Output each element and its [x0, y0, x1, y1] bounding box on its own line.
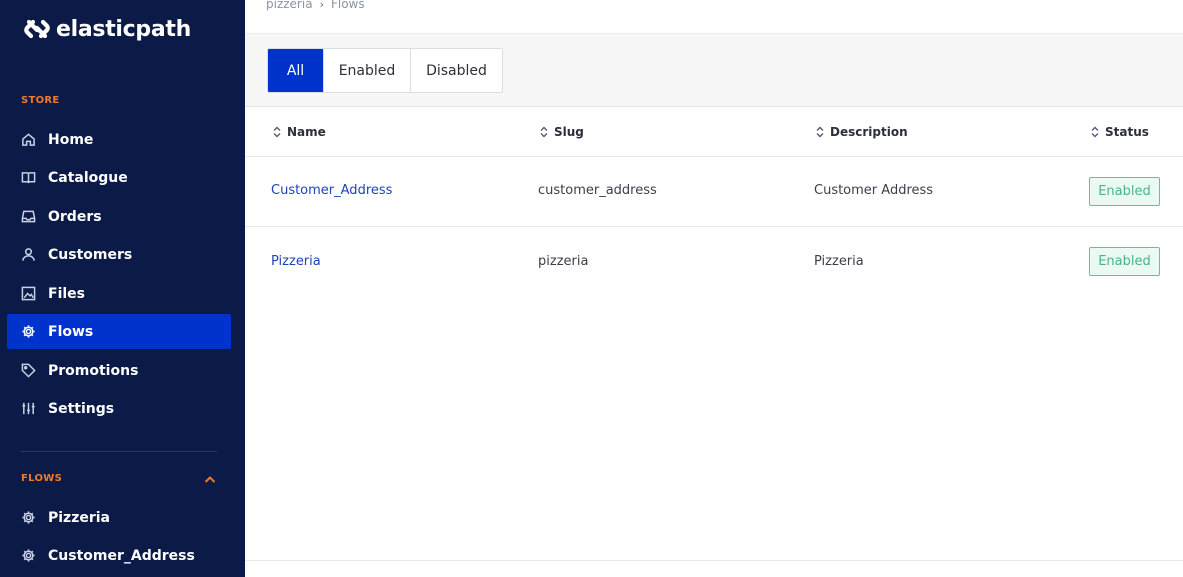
sidebar-item-settings[interactable]: Settings: [7, 391, 231, 426]
sidebar-flow-item-customer-address[interactable]: Customer_Address: [7, 538, 231, 573]
table-footer-divider: [245, 560, 1183, 561]
sidebar-item-label: Orders: [48, 208, 102, 225]
brand-logo[interactable]: elasticpath: [22, 14, 191, 44]
sidebar-item-label: Catalogue: [48, 169, 128, 186]
sidebar-item-promotions[interactable]: Promotions: [7, 353, 231, 388]
column-header-status[interactable]: Status: [1091, 125, 1149, 139]
breadcrumb-current: Flows: [330, 0, 365, 11]
home-icon: [21, 132, 36, 147]
sort-icon: [816, 126, 824, 138]
status-badge: Enabled: [1089, 247, 1160, 276]
column-header-label: Name: [287, 125, 326, 139]
sidebar-divider: [21, 451, 217, 452]
flow-description: Pizzeria: [814, 254, 864, 269]
flow-slug: pizzeria: [538, 254, 589, 269]
breadcrumb: pizzeria › Flows: [266, 0, 365, 11]
sidebar-flow-item-pizzeria[interactable]: Pizzeria: [7, 500, 231, 535]
table-header-divider: [245, 156, 1183, 157]
sidebar-flow-item-label: Pizzeria: [48, 509, 111, 526]
sort-icon: [540, 126, 548, 138]
filter-bar: All Enabled Disabled: [245, 33, 1183, 107]
row-divider: [245, 226, 1183, 227]
store-section-label: STORE: [21, 95, 60, 106]
chevron-up-icon[interactable]: [203, 472, 217, 486]
gear-icon: [21, 548, 36, 563]
sort-icon: [1091, 126, 1099, 138]
flow-name-link[interactable]: Pizzeria: [271, 254, 321, 269]
filter-enabled-button[interactable]: Enabled: [323, 49, 410, 92]
main-content: pizzeria › Flows All Enabled Disabled Na…: [245, 0, 1183, 577]
sliders-icon: [21, 401, 36, 416]
tag-icon: [21, 363, 36, 378]
sidebar-flow-item-label: Customer_Address: [48, 547, 195, 564]
book-icon: [21, 170, 36, 185]
sidebar-item-label: Settings: [48, 400, 115, 417]
filter-all-button[interactable]: All: [268, 49, 323, 92]
sidebar-item-label: Customers: [48, 246, 133, 263]
gear-icon: [21, 510, 36, 525]
sidebar-item-label: Flows: [48, 323, 94, 340]
column-header-label: Status: [1105, 125, 1149, 139]
filter-disabled-button[interactable]: Disabled: [410, 49, 502, 92]
column-header-description[interactable]: Description: [816, 125, 908, 139]
sidebar: elasticpath STORE Home Catalogue Orders …: [0, 0, 245, 577]
sidebar-item-label: Home: [48, 131, 94, 148]
sort-icon: [273, 126, 281, 138]
sidebar-item-label: Files: [48, 285, 85, 302]
breadcrumb-separator: ›: [319, 0, 324, 11]
flow-name-link[interactable]: Customer_Address: [271, 183, 392, 198]
column-header-name[interactable]: Name: [273, 125, 326, 139]
sidebar-item-label: Promotions: [48, 362, 139, 379]
flow-description: Customer Address: [814, 183, 934, 198]
inbox-icon: [21, 209, 36, 224]
sidebar-item-customers[interactable]: Customers: [7, 237, 231, 272]
gear-icon: [21, 324, 36, 339]
flows-section-label: FLOWS: [21, 473, 63, 484]
flow-slug: customer_address: [538, 183, 657, 198]
image-icon: [21, 286, 36, 301]
column-header-slug[interactable]: Slug: [540, 125, 584, 139]
sidebar-item-flows[interactable]: Flows: [7, 314, 231, 349]
column-header-label: Description: [830, 125, 908, 139]
elasticpath-logo-icon: [24, 19, 50, 39]
sidebar-item-home[interactable]: Home: [7, 122, 231, 157]
sidebar-item-catalogue[interactable]: Catalogue: [7, 160, 231, 195]
brand-name: elasticpath: [56, 16, 191, 42]
sidebar-item-files[interactable]: Files: [7, 276, 231, 311]
sidebar-item-orders[interactable]: Orders: [7, 199, 231, 234]
column-header-label: Slug: [554, 125, 584, 139]
status-filter-group: All Enabled Disabled: [267, 48, 503, 93]
user-icon: [21, 247, 36, 262]
status-badge: Enabled: [1089, 177, 1160, 206]
breadcrumb-parent-link[interactable]: pizzeria: [266, 0, 313, 11]
